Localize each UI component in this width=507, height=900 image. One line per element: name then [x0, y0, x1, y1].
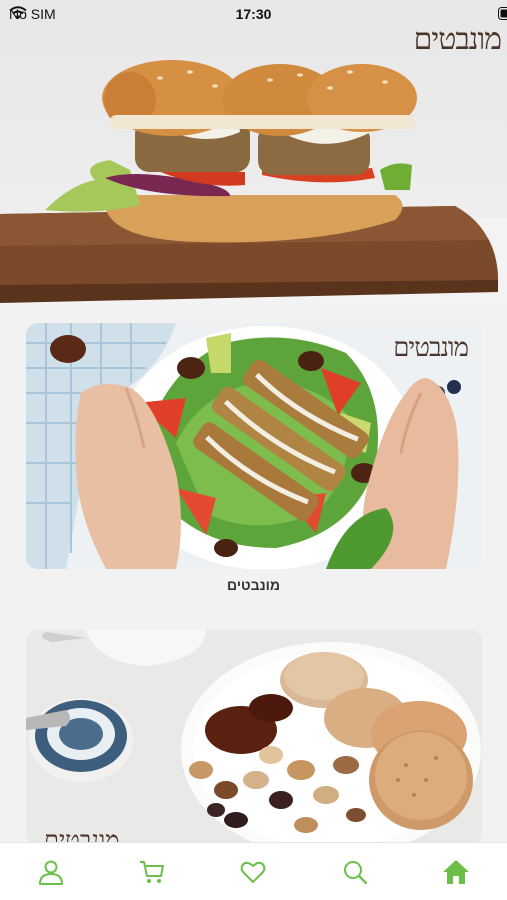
- tab-cart[interactable]: [122, 848, 182, 896]
- battery-icon: [498, 7, 507, 20]
- tab-favorites[interactable]: [223, 848, 283, 896]
- breakfast-photo: [26, 630, 482, 845]
- status-time: 17:30: [235, 6, 272, 22]
- search-icon: [343, 860, 368, 884]
- tab-profile[interactable]: [21, 848, 81, 896]
- heart-icon: [241, 861, 266, 883]
- tab-bar: [0, 842, 507, 900]
- card-caption[interactable]: מונבטים: [0, 577, 507, 593]
- home-icon: [443, 859, 470, 884]
- feed-card-salad[interactable]: מונבטים: [26, 323, 482, 569]
- user-icon: [38, 860, 63, 885]
- card-logo: מונבטים: [393, 333, 469, 363]
- status-bar: No SIM 17:30: [0, 0, 507, 28]
- tab-home[interactable]: [426, 848, 486, 896]
- feed-card-breakfast[interactable]: מונבטים: [26, 630, 482, 845]
- cart-icon: [140, 860, 165, 883]
- hero-banner[interactable]: No SIM 17:30 מונבטים: [0, 0, 507, 310]
- tab-search[interactable]: [325, 848, 385, 896]
- screen: No SIM 17:30 מונבטים מונבטים מונבטים מונ…: [0, 0, 507, 900]
